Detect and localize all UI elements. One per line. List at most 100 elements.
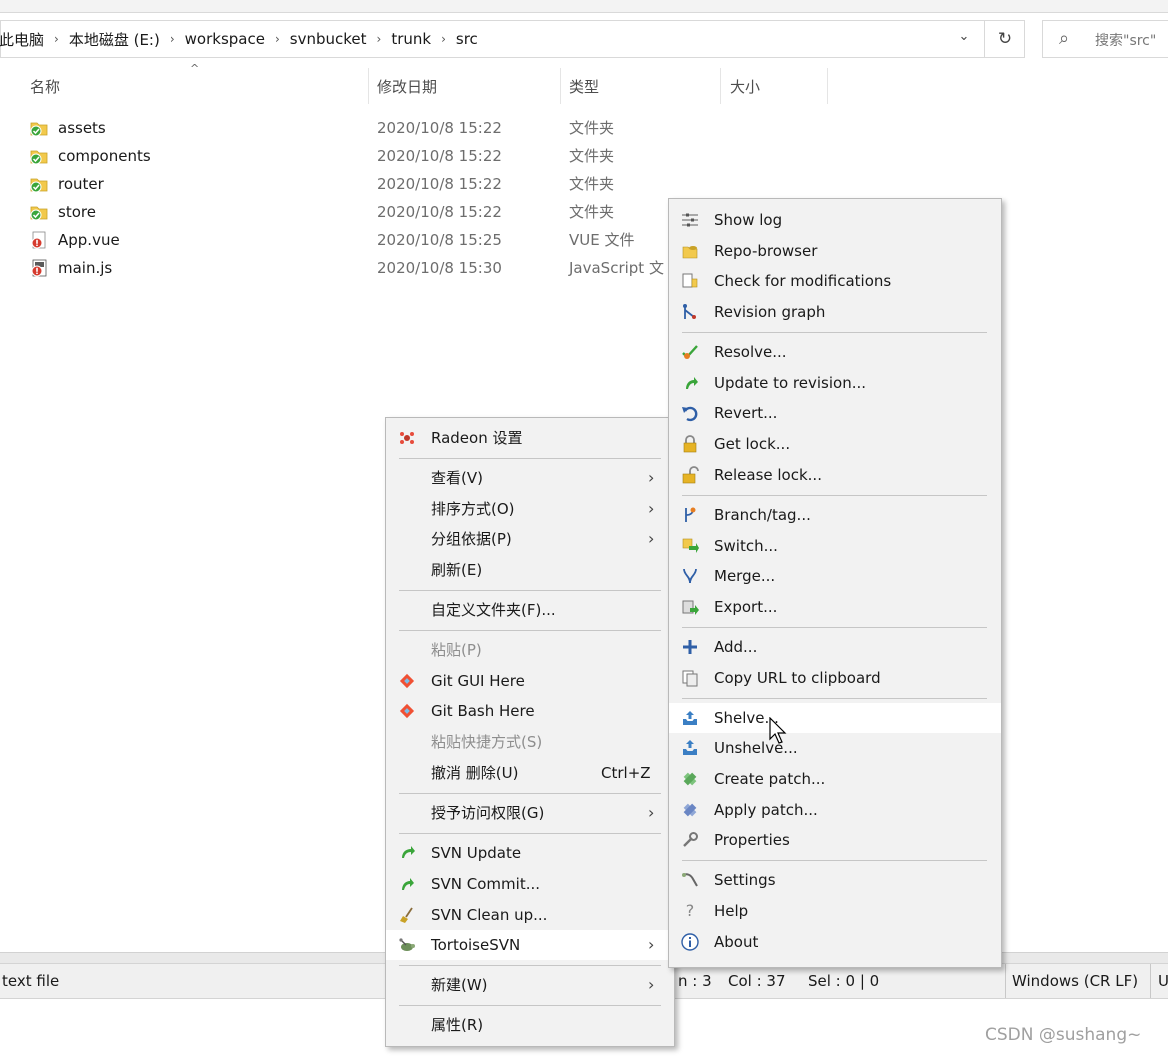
- menu-item-undo-delete[interactable]: 撤消 删除(U) Ctrl+Z: [386, 758, 674, 788]
- menu-item-label: SVN Clean up...: [431, 906, 548, 924]
- menu-item-sort-by[interactable]: 排序方式(O) ›: [386, 494, 674, 524]
- status-divider: [1150, 964, 1151, 998]
- menu-item-git-gui-here[interactable]: Git GUI Here: [386, 666, 674, 696]
- submenu-item-export[interactable]: Export...: [669, 592, 1001, 622]
- submenu-item-shelve[interactable]: Shelve...: [669, 703, 1001, 733]
- breadcrumb-this-pc[interactable]: 此电脑: [0, 29, 50, 50]
- search-input[interactable]: ⌕ 搜索"src": [1042, 20, 1168, 58]
- menu-item-refresh[interactable]: 刷新(E): [386, 555, 674, 585]
- menu-item-svn-cleanup[interactable]: SVN Clean up...: [386, 900, 674, 930]
- breadcrumb-separator[interactable]: ›: [373, 32, 386, 46]
- menu-item-svn-commit[interactable]: SVN Commit...: [386, 869, 674, 899]
- column-divider[interactable]: [368, 68, 369, 104]
- menu-item-label: Radeon 设置: [431, 429, 523, 447]
- menu-item-group-by[interactable]: 分组依据(P) ›: [386, 524, 674, 554]
- file-date: 2020/10/8 15:22: [377, 119, 502, 137]
- submenu-item-revert[interactable]: Revert...: [669, 398, 1001, 428]
- column-header-date[interactable]: 修改日期: [377, 76, 437, 98]
- menu-item-paste-shortcut[interactable]: 粘贴快捷方式(S): [386, 727, 674, 757]
- file-name: store: [58, 203, 96, 221]
- unlock-icon: [682, 466, 699, 484]
- js-file-modified-icon: [31, 259, 47, 277]
- refresh-button[interactable]: ↻: [984, 21, 1025, 57]
- submenu-item-copy-url[interactable]: Copy URL to clipboard: [669, 663, 1001, 693]
- submenu-item-merge[interactable]: Merge...: [669, 561, 1001, 591]
- submenu-item-about[interactable]: About: [669, 927, 1001, 957]
- file-row[interactable]: store 2020/10/8 15:22 文件夹: [28, 198, 688, 226]
- submenu-item-update-to-revision[interactable]: Update to revision...: [669, 368, 1001, 398]
- submenu-item-unshelve[interactable]: Unshelve...: [669, 733, 1001, 763]
- menu-item-new[interactable]: 新建(W) ›: [386, 970, 674, 1000]
- update-revision-icon: [686, 377, 698, 389]
- submenu-item-create-patch[interactable]: Create patch...: [669, 764, 1001, 794]
- menu-item-git-bash-here[interactable]: Git Bash Here: [386, 696, 674, 726]
- folder-svn-ok-icon: [30, 122, 48, 137]
- submenu-item-show-log[interactable]: Show log: [669, 205, 1001, 235]
- submenu-item-add[interactable]: Add...: [669, 632, 1001, 662]
- menu-item-tortoisesvn[interactable]: TortoiseSVN ›: [386, 930, 674, 960]
- submenu-item-repo-browser[interactable]: Repo-browser: [669, 236, 1001, 266]
- help-icon: ?: [685, 901, 695, 920]
- submenu-item-revision-graph[interactable]: Revision graph: [669, 297, 1001, 327]
- status-column: Col : 37: [728, 972, 786, 990]
- breadcrumb-separator[interactable]: ›: [437, 32, 450, 46]
- menu-item-label: About: [714, 933, 759, 951]
- file-type: JavaScript 文: [569, 259, 664, 277]
- context-menu: Radeon 设置 查看(V) › 排序方式(O) › 分组依据(P) › 刷新…: [385, 417, 675, 1047]
- menu-separator: [399, 793, 661, 794]
- file-row[interactable]: router 2020/10/8 15:22 文件夹: [28, 170, 688, 198]
- submenu-item-branch-tag[interactable]: Branch/tag...: [669, 500, 1001, 530]
- submenu-item-get-lock[interactable]: Get lock...: [669, 429, 1001, 459]
- menu-item-label: Switch...: [714, 537, 778, 555]
- column-header-size[interactable]: 大小: [730, 76, 760, 98]
- breadcrumb-separator[interactable]: ›: [166, 32, 179, 46]
- menu-item-label: Create patch...: [714, 770, 826, 788]
- folder-svn-ok-icon: [30, 206, 48, 221]
- file-row[interactable]: assets 2020/10/8 15:22 文件夹: [28, 114, 688, 142]
- submenu-item-resolve[interactable]: Resolve...: [669, 337, 1001, 367]
- status-line-endings: Windows (CR LF): [1012, 972, 1139, 990]
- breadcrumb-trunk[interactable]: trunk: [385, 30, 437, 48]
- breadcrumb-drive-e[interactable]: 本地磁盘 (E:): [63, 29, 166, 50]
- menu-item-properties[interactable]: 属性(R): [386, 1010, 674, 1040]
- submenu-item-settings[interactable]: Settings: [669, 865, 1001, 895]
- submenu-chevron-right-icon: ›: [648, 499, 655, 518]
- menu-item-radeon-settings[interactable]: Radeon 设置: [386, 423, 674, 453]
- column-divider[interactable]: [560, 68, 561, 104]
- menu-item-give-access[interactable]: 授予访问权限(G) ›: [386, 798, 674, 828]
- git-icon: [399, 673, 415, 689]
- settings-icon: [682, 873, 698, 887]
- breadcrumb-separator[interactable]: ›: [271, 32, 284, 46]
- submenu-item-release-lock[interactable]: Release lock...: [669, 460, 1001, 490]
- menu-item-label: 新建(W): [431, 976, 488, 994]
- file-row[interactable]: main.js 2020/10/8 15:30 JavaScript 文: [28, 254, 688, 282]
- menu-item-view[interactable]: 查看(V) ›: [386, 463, 674, 493]
- column-header-name[interactable]: 名称: [30, 76, 60, 98]
- address-history-chevron-down-icon[interactable]: ⌄: [951, 29, 977, 49]
- shelve-icon: [683, 711, 697, 725]
- menu-item-label: TortoiseSVN: [431, 936, 521, 954]
- breadcrumb-separator[interactable]: ›: [50, 32, 63, 46]
- address-bar[interactable]: 此电脑 › 本地磁盘 (E:) › workspace › svnbucket …: [0, 20, 1025, 58]
- submenu-item-help[interactable]: ? Help: [669, 896, 1001, 926]
- column-divider[interactable]: [720, 68, 721, 104]
- submenu-item-apply-patch[interactable]: Apply patch...: [669, 795, 1001, 825]
- submenu-item-check-for-modifications[interactable]: Check for modifications: [669, 266, 1001, 296]
- breadcrumb-src[interactable]: src: [450, 30, 484, 48]
- column-header-type[interactable]: 类型: [569, 76, 599, 98]
- file-row[interactable]: App.vue 2020/10/8 15:25 VUE 文件: [28, 226, 688, 254]
- menu-item-paste[interactable]: 粘贴(P): [386, 635, 674, 665]
- breadcrumb-workspace[interactable]: workspace: [179, 30, 271, 48]
- menu-item-label: Show log: [714, 211, 783, 229]
- submenu-item-switch[interactable]: Switch...: [669, 531, 1001, 561]
- file-row[interactable]: components 2020/10/8 15:22 文件夹: [28, 142, 688, 170]
- column-divider[interactable]: [827, 68, 828, 104]
- menu-item-customize-folder[interactable]: 自定义文件夹(F)...: [386, 595, 674, 625]
- menu-item-svn-update[interactable]: SVN Update: [386, 838, 674, 868]
- submenu-chevron-right-icon: ›: [648, 935, 655, 954]
- submenu-item-properties[interactable]: Properties: [669, 825, 1001, 855]
- file-date: 2020/10/8 15:25: [377, 231, 502, 249]
- menu-separator: [399, 1005, 661, 1006]
- menu-separator: [682, 495, 987, 496]
- breadcrumb-svnbucket[interactable]: svnbucket: [284, 30, 373, 48]
